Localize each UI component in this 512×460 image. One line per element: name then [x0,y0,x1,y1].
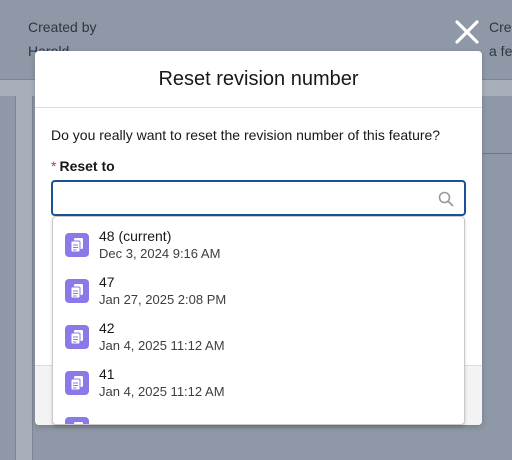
close-icon [455,20,479,44]
reset-to-search-input[interactable] [53,182,464,214]
confirm-question: Do you really want to reset the revision… [51,127,441,143]
revision-option-title: 40 [99,421,115,425]
created-value-2: a fe [489,43,512,59]
revision-option[interactable]: 47 Jan 27, 2025 2:08 PM [53,268,464,314]
revision-option-title: 47 [99,274,115,290]
revision-option-title: 42 [99,320,115,336]
revision-option[interactable]: 48 (current) Dec 3, 2024 9:16 AM [53,222,464,268]
search-icon [438,191,454,207]
revision-option-title: 41 [99,366,115,382]
revision-option[interactable]: 42 Jan 4, 2025 11:12 AM [53,314,464,360]
revision-option-date: Jan 4, 2025 11:12 AM [99,384,225,399]
created-label-2: Create [489,19,512,35]
modal-header: Reset revision number [35,51,482,108]
modal-title: Reset revision number [158,67,359,90]
document-copy-icon [65,417,89,424]
revision-option-date: Jan 4, 2025 11:12 AM [99,338,225,353]
revision-option[interactable]: 40 [53,406,464,425]
close-button[interactable] [454,19,480,45]
modal-body: Do you really want to reset the revision… [35,108,482,174]
reset-to-search-field[interactable] [51,180,466,216]
document-copy-icon [65,233,89,257]
document-copy-icon [65,325,89,349]
reset-to-label: * Reset to [51,158,466,174]
document-copy-icon [65,279,89,303]
reset-to-label-text: Reset to [59,158,115,174]
background-divider [482,153,512,154]
revision-dropdown[interactable]: 48 (current) Dec 3, 2024 9:16 AM 47 Jan … [52,216,465,425]
revision-option-title: 48 (current) [99,228,172,244]
document-copy-icon [65,371,89,395]
revision-option[interactable]: 41 Jan 4, 2025 11:12 AM [53,360,464,406]
background-left-panel [0,96,16,460]
created-by-label: Created by [28,19,97,35]
required-marker: * [51,158,57,174]
revision-option-date: Jan 27, 2025 2:08 PM [99,292,227,307]
revision-option-date: Dec 3, 2024 9:16 AM [99,246,221,261]
